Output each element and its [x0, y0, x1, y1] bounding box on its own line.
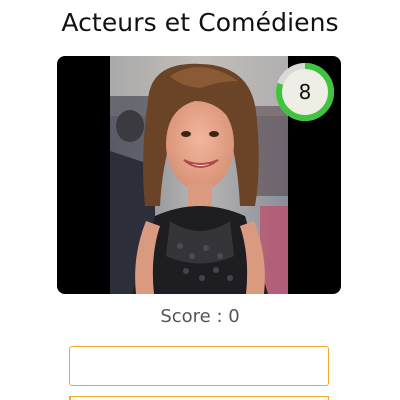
- celebrity-photo: [110, 56, 288, 294]
- timer-value: 8: [298, 80, 312, 104]
- answer-input[interactable]: [69, 346, 329, 386]
- countdown-timer: 8: [273, 60, 337, 124]
- next-control-edge[interactable]: [69, 395, 329, 400]
- quiz-page: Acteurs et Comédiens 8 Score: 0: [0, 0, 400, 400]
- page-title: Acteurs et Comédiens: [61, 8, 339, 37]
- score-text: Score : 0: [160, 306, 240, 327]
